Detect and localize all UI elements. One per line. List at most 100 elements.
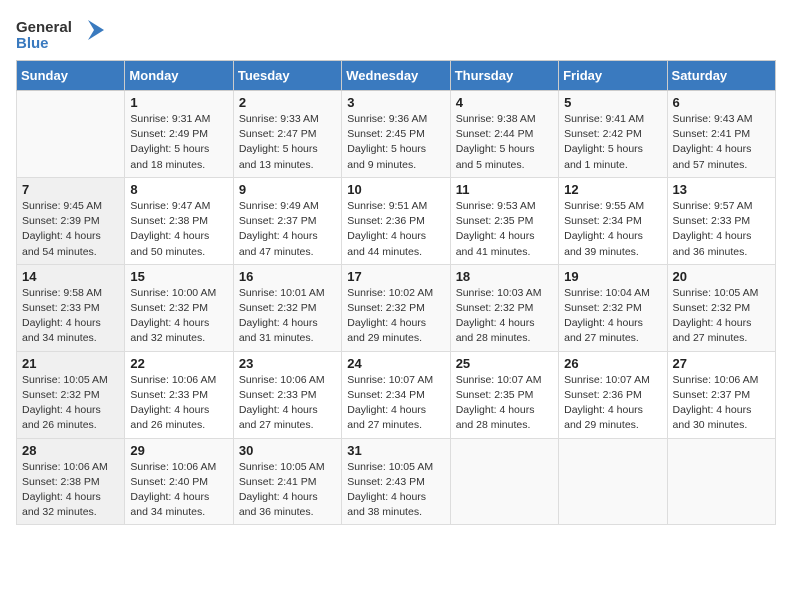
day-number: 14 bbox=[22, 269, 119, 284]
cell-content: Sunrise: 9:57 AM Sunset: 2:33 PM Dayligh… bbox=[673, 199, 770, 260]
cell-content: Sunrise: 10:07 AM Sunset: 2:34 PM Daylig… bbox=[347, 373, 444, 434]
calendar-cell: 18 Sunrise: 10:03 AM Sunset: 2:32 PM Dayl… bbox=[450, 264, 558, 351]
cell-content: Sunrise: 10:06 AM Sunset: 2:37 PM Daylig… bbox=[673, 373, 770, 434]
cell-content: Sunrise: 9:53 AM Sunset: 2:35 PM Dayligh… bbox=[456, 199, 553, 260]
day-number: 26 bbox=[564, 356, 661, 371]
cell-content: Sunrise: 10:01 AM Sunset: 2:32 PM Daylig… bbox=[239, 286, 336, 347]
header-friday: Friday bbox=[559, 61, 667, 91]
day-number: 24 bbox=[347, 356, 444, 371]
cell-content: Sunrise: 9:41 AM Sunset: 2:42 PM Dayligh… bbox=[564, 112, 661, 173]
cell-content: Sunrise: 10:07 AM Sunset: 2:36 PM Daylig… bbox=[564, 373, 661, 434]
day-number: 17 bbox=[347, 269, 444, 284]
svg-text:General: General bbox=[16, 19, 72, 36]
cell-content: Sunrise: 9:43 AM Sunset: 2:41 PM Dayligh… bbox=[673, 112, 770, 173]
page-header: GeneralBlue bbox=[16, 16, 776, 52]
calendar-week-row: 28Sunrise: 10:06 AM Sunset: 2:38 PM Dayl… bbox=[17, 438, 776, 525]
day-number: 21 bbox=[22, 356, 119, 371]
calendar-cell bbox=[559, 438, 667, 525]
calendar-cell: 19 Sunrise: 10:04 AM Sunset: 2:32 PM Dayl… bbox=[559, 264, 667, 351]
calendar-cell: 21 Sunrise: 10:05 AM Sunset: 2:32 PM Dayl… bbox=[17, 351, 125, 438]
day-number: 30 bbox=[239, 443, 336, 458]
cell-content: Sunrise: 9:55 AM Sunset: 2:34 PM Dayligh… bbox=[564, 199, 661, 260]
cell-content: Sunrise: 9:45 AM Sunset: 2:39 PM Dayligh… bbox=[22, 199, 119, 260]
day-number: 31 bbox=[347, 443, 444, 458]
calendar-cell: 6Sunrise: 9:43 AM Sunset: 2:41 PM Daylig… bbox=[667, 91, 775, 178]
day-number: 13 bbox=[673, 182, 770, 197]
day-number: 27 bbox=[673, 356, 770, 371]
calendar-cell: 11 Sunrise: 9:53 AM Sunset: 2:35 PM Dayli… bbox=[450, 177, 558, 264]
calendar-header-row: SundayMondayTuesdayWednesdayThursdayFrid… bbox=[17, 61, 776, 91]
logo: GeneralBlue bbox=[16, 16, 106, 52]
day-number: 22 bbox=[130, 356, 227, 371]
calendar-cell: 29 Sunrise: 10:06 AM Sunset: 2:40 PM Dayl… bbox=[125, 438, 233, 525]
calendar-cell: 10 Sunrise: 9:51 AM Sunset: 2:36 PM Dayli… bbox=[342, 177, 450, 264]
calendar-week-row: 14 Sunrise: 9:58 AM Sunset: 2:33 PM Dayli… bbox=[17, 264, 776, 351]
calendar-week-row: 7Sunrise: 9:45 AM Sunset: 2:39 PM Daylig… bbox=[17, 177, 776, 264]
calendar-cell: 23Sunrise: 10:06 AM Sunset: 2:33 PM Dayl… bbox=[233, 351, 341, 438]
header-wednesday: Wednesday bbox=[342, 61, 450, 91]
header-sunday: Sunday bbox=[17, 61, 125, 91]
cell-content: Sunrise: 10:02 AM Sunset: 2:32 PM Daylig… bbox=[347, 286, 444, 347]
cell-content: Sunrise: 10:05 AM Sunset: 2:41 PM Daylig… bbox=[239, 460, 336, 521]
header-thursday: Thursday bbox=[450, 61, 558, 91]
day-number: 23 bbox=[239, 356, 336, 371]
cell-content: Sunrise: 10:05 AM Sunset: 2:32 PM Daylig… bbox=[673, 286, 770, 347]
cell-content: Sunrise: 9:49 AM Sunset: 2:37 PM Dayligh… bbox=[239, 199, 336, 260]
day-number: 9 bbox=[239, 182, 336, 197]
header-saturday: Saturday bbox=[667, 61, 775, 91]
cell-content: Sunrise: 10:05 AM Sunset: 2:32 PM Daylig… bbox=[22, 373, 119, 434]
day-number: 1 bbox=[130, 95, 227, 110]
calendar-cell: 12 Sunrise: 9:55 AM Sunset: 2:34 PM Dayli… bbox=[559, 177, 667, 264]
day-number: 18 bbox=[456, 269, 553, 284]
cell-content: Sunrise: 10:05 AM Sunset: 2:43 PM Daylig… bbox=[347, 460, 444, 521]
day-number: 11 bbox=[456, 182, 553, 197]
calendar-cell: 2Sunrise: 9:33 AM Sunset: 2:47 PM Daylig… bbox=[233, 91, 341, 178]
day-number: 16 bbox=[239, 269, 336, 284]
calendar-cell: 5 Sunrise: 9:41 AM Sunset: 2:42 PM Daylig… bbox=[559, 91, 667, 178]
calendar-cell bbox=[450, 438, 558, 525]
calendar-cell: 16 Sunrise: 10:01 AM Sunset: 2:32 PM Dayl… bbox=[233, 264, 341, 351]
day-number: 5 bbox=[564, 95, 661, 110]
calendar-cell: 8 Sunrise: 9:47 AM Sunset: 2:38 PM Daylig… bbox=[125, 177, 233, 264]
calendar-cell: 13 Sunrise: 9:57 AM Sunset: 2:33 PM Dayli… bbox=[667, 177, 775, 264]
cell-content: Sunrise: 10:06 AM Sunset: 2:40 PM Daylig… bbox=[130, 460, 227, 521]
cell-content: Sunrise: 9:58 AM Sunset: 2:33 PM Dayligh… bbox=[22, 286, 119, 347]
day-number: 8 bbox=[130, 182, 227, 197]
calendar-week-row: 21 Sunrise: 10:05 AM Sunset: 2:32 PM Dayl… bbox=[17, 351, 776, 438]
cell-content: Sunrise: 9:36 AM Sunset: 2:45 PM Dayligh… bbox=[347, 112, 444, 173]
day-number: 4 bbox=[456, 95, 553, 110]
cell-content: Sunrise: 10:03 AM Sunset: 2:32 PM Daylig… bbox=[456, 286, 553, 347]
calendar-cell: 20Sunrise: 10:05 AM Sunset: 2:32 PM Dayl… bbox=[667, 264, 775, 351]
calendar-cell: 14 Sunrise: 9:58 AM Sunset: 2:33 PM Dayli… bbox=[17, 264, 125, 351]
day-number: 19 bbox=[564, 269, 661, 284]
calendar-cell: 22Sunrise: 10:06 AM Sunset: 2:33 PM Dayl… bbox=[125, 351, 233, 438]
day-number: 12 bbox=[564, 182, 661, 197]
day-number: 29 bbox=[130, 443, 227, 458]
svg-text:Blue: Blue bbox=[16, 35, 49, 52]
calendar-cell bbox=[17, 91, 125, 178]
cell-content: Sunrise: 10:04 AM Sunset: 2:32 PM Daylig… bbox=[564, 286, 661, 347]
calendar-cell: 15Sunrise: 10:00 AM Sunset: 2:32 PM Dayl… bbox=[125, 264, 233, 351]
cell-content: Sunrise: 9:47 AM Sunset: 2:38 PM Dayligh… bbox=[130, 199, 227, 260]
calendar-cell: 9 Sunrise: 9:49 AM Sunset: 2:37 PM Daylig… bbox=[233, 177, 341, 264]
calendar-cell: 17 Sunrise: 10:02 AM Sunset: 2:32 PM Dayl… bbox=[342, 264, 450, 351]
calendar-table: SundayMondayTuesdayWednesdayThursdayFrid… bbox=[16, 60, 776, 525]
day-number: 3 bbox=[347, 95, 444, 110]
calendar-cell: 31 Sunrise: 10:05 AM Sunset: 2:43 PM Dayl… bbox=[342, 438, 450, 525]
day-number: 28 bbox=[22, 443, 119, 458]
cell-content: Sunrise: 9:31 AM Sunset: 2:49 PM Dayligh… bbox=[130, 112, 227, 173]
calendar-cell: 26 Sunrise: 10:07 AM Sunset: 2:36 PM Dayl… bbox=[559, 351, 667, 438]
cell-content: Sunrise: 9:51 AM Sunset: 2:36 PM Dayligh… bbox=[347, 199, 444, 260]
cell-content: Sunrise: 9:38 AM Sunset: 2:44 PM Dayligh… bbox=[456, 112, 553, 173]
day-number: 25 bbox=[456, 356, 553, 371]
calendar-cell: 24 Sunrise: 10:07 AM Sunset: 2:34 PM Dayl… bbox=[342, 351, 450, 438]
day-number: 10 bbox=[347, 182, 444, 197]
cell-content: Sunrise: 10:07 AM Sunset: 2:35 PM Daylig… bbox=[456, 373, 553, 434]
cell-content: Sunrise: 10:00 AM Sunset: 2:32 PM Daylig… bbox=[130, 286, 227, 347]
calendar-cell: 3 Sunrise: 9:36 AM Sunset: 2:45 PM Daylig… bbox=[342, 91, 450, 178]
calendar-cell: 30 Sunrise: 10:05 AM Sunset: 2:41 PM Dayl… bbox=[233, 438, 341, 525]
calendar-cell bbox=[667, 438, 775, 525]
calendar-cell: 25 Sunrise: 10:07 AM Sunset: 2:35 PM Dayl… bbox=[450, 351, 558, 438]
day-number: 2 bbox=[239, 95, 336, 110]
calendar-cell: 1 Sunrise: 9:31 AM Sunset: 2:49 PM Daylig… bbox=[125, 91, 233, 178]
